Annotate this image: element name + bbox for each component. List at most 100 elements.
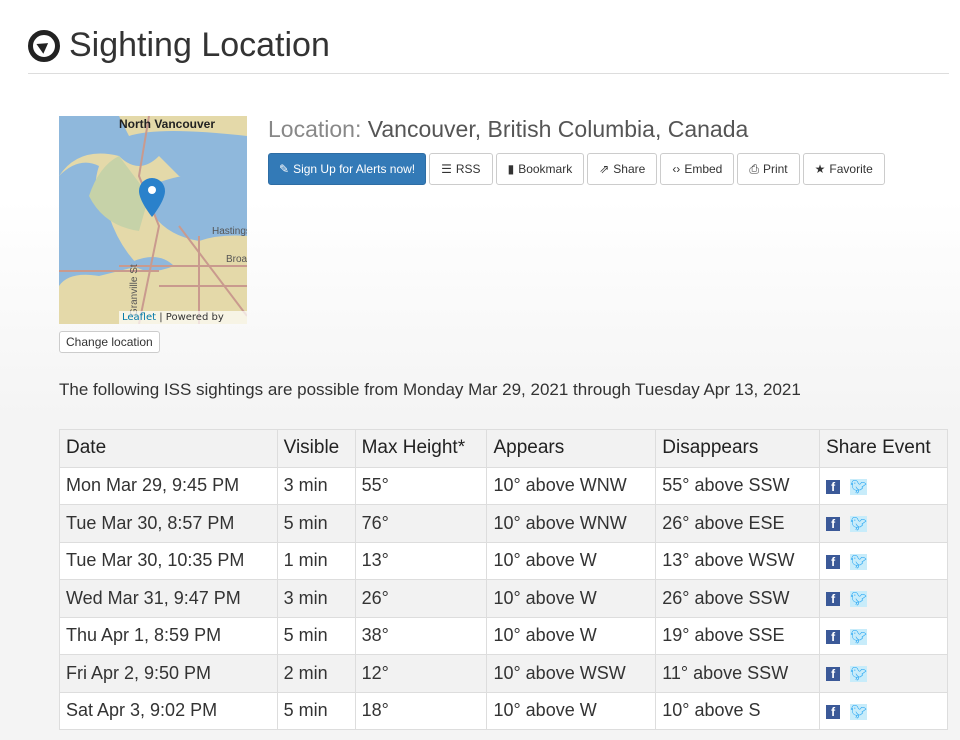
column-header: Share Event [819, 429, 948, 468]
share-cell: f 🐦︎ [819, 504, 948, 543]
table-header-row: Date Visible Max Height* Appears Disappears S… [59, 429, 948, 468]
table-cell: 18° [354, 691, 488, 730]
table-row: Mon Mar 29, 9:45 PM 3 min 55° 10° above WNW… [59, 466, 948, 505]
table-cell: 55° above SSW [655, 466, 821, 505]
table-cell: 3 min [276, 466, 356, 505]
print-button[interactable]: ⎙ Print [737, 153, 800, 185]
table-cell: 38° [354, 616, 488, 655]
facebook-share-icon[interactable]: f [826, 667, 841, 681]
twitter-share-icon[interactable]: 🐦︎ [850, 666, 868, 682]
twitter-share-icon[interactable]: 🐦︎ [850, 478, 868, 495]
share-icon: ⇗ [599, 162, 610, 176]
table-row: Tue Mar 30, 8:57 PM 5 min 76° 10° above WNW… [59, 504, 948, 543]
rss-icon: ☰ [441, 162, 452, 176]
facebook-share-icon[interactable]: f [826, 479, 841, 494]
share-cell: f 🐦︎ [819, 466, 948, 505]
table-cell: 26° above ESE [655, 504, 821, 543]
facebook-share-icon[interactable]: f [826, 517, 841, 531]
print-icon: ⎙ [749, 161, 759, 176]
embed-button[interactable]: ‹› Embed [660, 153, 735, 185]
table-cell: 26° [354, 579, 488, 618]
table-row: Wed Mar 31, 9:47 PM 3 min 26° 10° above W 26… [59, 579, 948, 618]
button-label: Sign Up for Alerts now! [293, 162, 416, 176]
share-button[interactable]: ⇗ Share [587, 153, 658, 185]
table-cell: Mon Mar 29, 9:45 PM [59, 466, 278, 505]
leaflet-link[interactable]: Leaflet [122, 312, 156, 323]
change-location-button[interactable]: Change location [59, 331, 160, 353]
table-row: Tue Mar 30, 10:35 PM 1 min 13° 10° above W1… [59, 541, 948, 580]
compass-icon [28, 29, 60, 62]
button-label: Embed [684, 162, 723, 176]
share-cell: f 🐦︎ [819, 616, 948, 655]
twitter-share-icon[interactable]: 🐦︎ [850, 628, 868, 645]
page-title-text: Sighting Location [69, 26, 330, 64]
table-cell: Sat Apr 3, 9:02 PM [59, 691, 278, 730]
table-cell: 10° above WNW [486, 504, 657, 543]
column-header: Date [59, 429, 278, 468]
page-title: Sighting Location [28, 26, 330, 65]
map-attribution: Leaflet | Powered by [119, 311, 247, 324]
rss-button[interactable]: ☰ RSS [429, 153, 493, 185]
table-cell: 3 min [276, 579, 356, 618]
action-buttons: ✎ Sign Up for Alerts now! ☰ RSS ▮ Bookmark ⇗ Sh… [268, 153, 885, 185]
table-cell: 19° above SSE [655, 616, 821, 655]
sign-button[interactable]: ✎ Sign Up for Alerts now! [268, 153, 427, 185]
facebook-share-icon[interactable]: f [826, 554, 841, 569]
table-cell: Tue Mar 30, 8:57 PM [59, 504, 278, 543]
twitter-share-icon[interactable]: 🐦︎ [850, 516, 868, 532]
table-cell: 76° [354, 504, 488, 543]
location-map[interactable]: North Vancouver Hastings Broadway Granvi… [59, 116, 247, 324]
column-header: Visible [276, 429, 356, 468]
map-label-broadway: Broadway [226, 254, 247, 265]
table-cell: 5 min [276, 691, 356, 730]
code-icon: ‹› [672, 162, 681, 176]
button-label: Share [613, 162, 646, 176]
table-cell: 13° [354, 541, 488, 580]
location-name: Vancouver, British Columbia, Canada [361, 116, 749, 142]
map-label-north: North Vancouver [119, 117, 215, 131]
table-cell: 10° above WNW [486, 466, 657, 505]
table-cell: 10° above W [486, 616, 657, 655]
attribution-text: | Powered by [156, 312, 224, 323]
table-cell: 10° above W [486, 579, 657, 618]
button-label: Print [762, 162, 788, 176]
column-header: Max Height* [354, 429, 488, 468]
column-header: Appears [486, 429, 657, 468]
table-cell: Wed Mar 31, 9:47 PM [59, 579, 278, 618]
twitter-share-icon[interactable]: 🐦︎ [850, 591, 868, 607]
twitter-share-icon[interactable]: 🐦︎ [850, 703, 868, 720]
facebook-share-icon[interactable]: f [826, 704, 841, 719]
table-cell: Fri Apr 2, 9:50 PM [59, 654, 278, 693]
sightings-table: Date Visible Max Height* Appears Disappears S… [59, 429, 948, 730]
table-cell: 2 min [276, 654, 356, 693]
map-label-hastings: Hastings [212, 226, 247, 237]
button-label: Favorite [829, 162, 873, 176]
table-row: Sat Apr 3, 9:02 PM 5 min 18° 10° above W 10°… [59, 691, 948, 730]
star-icon: ★ [814, 162, 826, 176]
button-label: Bookmark [518, 162, 573, 176]
table-cell: 1 min [276, 541, 356, 580]
share-cell: f 🐦︎ [819, 541, 948, 580]
table-cell: 55° [354, 466, 488, 505]
map-label-street: Granville St [129, 264, 140, 316]
table-cell: 12° [354, 654, 488, 693]
table-cell: 10° above W [486, 541, 657, 580]
table-cell: 26° above SSW [655, 579, 821, 618]
sightings-intro: The following ISS sightings are possible… [59, 380, 801, 399]
column-header: Disappears [655, 429, 821, 468]
table-cell: 10° above S [655, 691, 821, 730]
table-cell: 5 min [276, 504, 356, 543]
table-row: Fri Apr 2, 9:50 PM 2 min 12° 10° above WSW 1… [59, 654, 948, 693]
facebook-share-icon[interactable]: f [826, 629, 841, 644]
bookmark-button[interactable]: ▮ Bookmark [495, 153, 585, 185]
twitter-share-icon[interactable]: 🐦︎ [850, 553, 868, 570]
table-cell: 10° above WSW [486, 654, 657, 693]
favorite-button[interactable]: ★ Favorite [802, 153, 885, 185]
location-prefix: Location: [268, 116, 362, 142]
table-cell: Tue Mar 30, 10:35 PM [59, 541, 278, 580]
edit-icon: ✎ [279, 162, 290, 176]
table-cell: 10° above W [486, 691, 657, 730]
facebook-share-icon[interactable]: f [826, 592, 841, 606]
table-row: Thu Apr 1, 8:59 PM 5 min 38° 10° above W 19°… [59, 616, 948, 655]
share-cell: f 🐦︎ [819, 579, 948, 618]
